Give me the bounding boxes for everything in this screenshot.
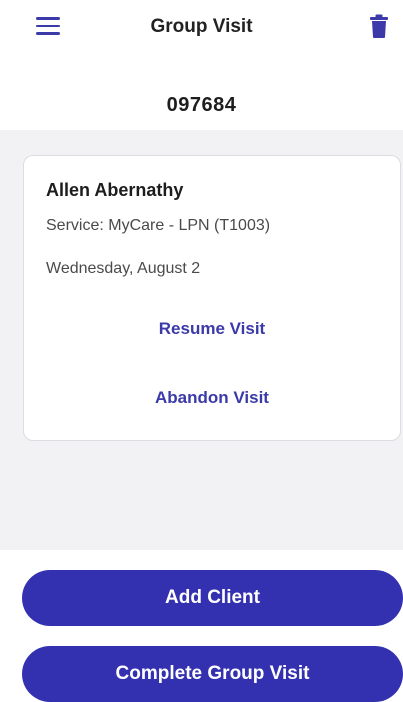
group-visit-id: 097684 <box>166 94 237 116</box>
trash-icon[interactable] <box>370 14 388 38</box>
resume-visit-button[interactable]: Resume Visit <box>24 319 400 339</box>
visit-card: Allen Abernathy Service: MyCare - LPN (T… <box>23 155 401 441</box>
page-title: Group Visit <box>150 16 253 37</box>
abandon-visit-button[interactable]: Abandon Visit <box>24 388 400 408</box>
service-label: Service: MyCare - LPN (T1003) <box>46 217 271 234</box>
top-app-bar: Group Visit <box>0 0 403 56</box>
visit-date: Wednesday, August 2 <box>46 260 201 277</box>
client-name: Allen Abernathy <box>46 180 184 200</box>
add-client-button[interactable]: Add Client <box>22 570 403 626</box>
complete-group-visit-button[interactable]: Complete Group Visit <box>22 646 403 702</box>
